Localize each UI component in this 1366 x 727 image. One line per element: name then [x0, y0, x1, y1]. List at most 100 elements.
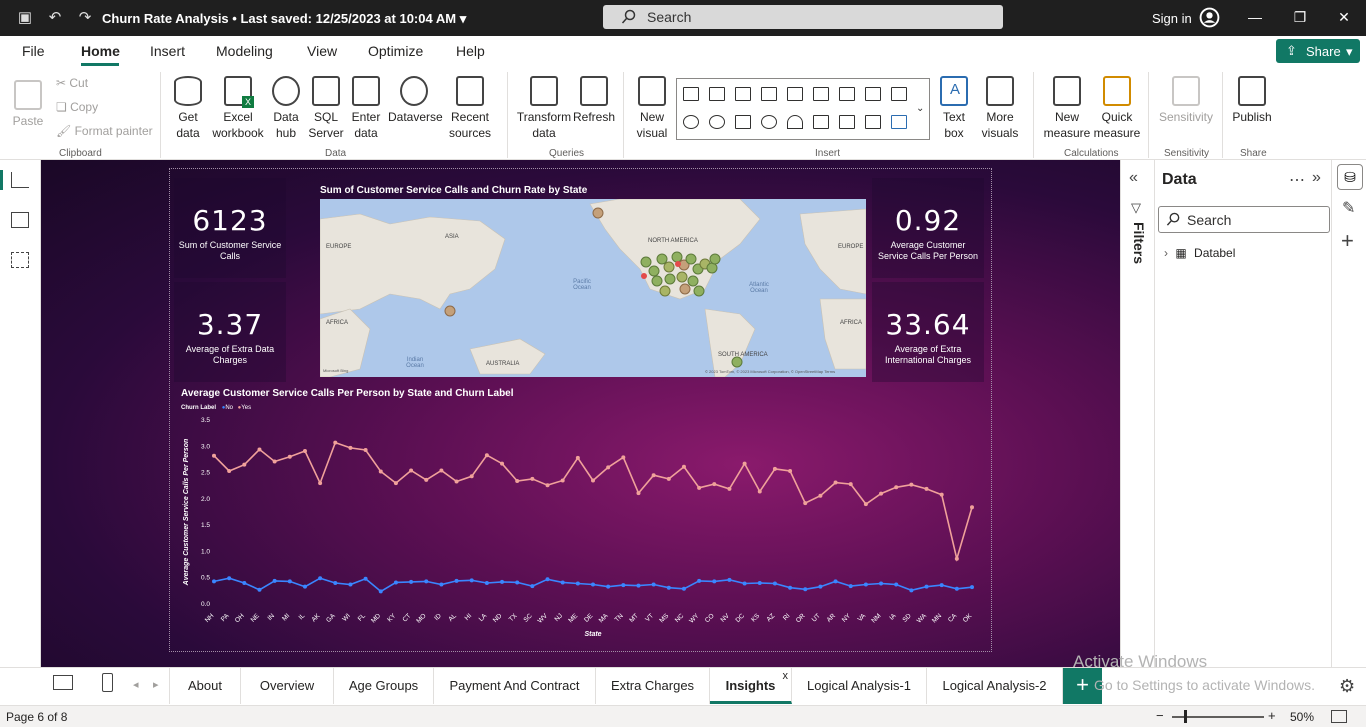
chevron-right-icon[interactable]: ▸ — [153, 678, 159, 691]
tab-payment-contract[interactable]: Payment And Contract — [434, 668, 596, 704]
zoom-slider[interactable] — [1172, 710, 1264, 723]
add-pane-icon[interactable]: + — [1341, 228, 1354, 254]
clustered-column-icon[interactable] — [761, 87, 777, 101]
quick-measure-button[interactable]: Quick measure — [1092, 76, 1142, 141]
menu-insert[interactable]: Insert — [150, 43, 185, 59]
area-chart-icon[interactable] — [865, 87, 881, 101]
close-icon[interactable]: ✕ — [1336, 9, 1352, 25]
pie-chart-icon[interactable] — [683, 115, 699, 129]
line-chart-icon[interactable] — [839, 87, 855, 101]
search-box[interactable]: Search — [603, 5, 1003, 29]
tab-logical-analysis-1[interactable]: Logical Analysis-1 — [792, 668, 927, 704]
transform-data-button[interactable]: Transform data — [515, 76, 573, 141]
percent-bar-icon[interactable] — [787, 87, 803, 101]
table-view-icon[interactable] — [11, 212, 29, 228]
expand-icon[interactable]: » — [1312, 169, 1321, 187]
sign-in-link[interactable]: Sign in — [1152, 11, 1192, 26]
menu-home[interactable]: Home — [81, 43, 120, 59]
tab-overview[interactable]: Overview — [241, 668, 334, 704]
desktop-layout-icon[interactable] — [53, 675, 73, 690]
restore-icon[interactable]: ❐ — [1292, 9, 1308, 25]
map-icon[interactable] — [761, 115, 777, 129]
kpi-card-international[interactable]: 33.64 Average of Extra International Cha… — [872, 282, 984, 382]
gauge-icon[interactable] — [787, 115, 803, 129]
zoom-out-icon[interactable]: − — [1156, 708, 1164, 723]
get-data-button[interactable]: Get data — [170, 76, 206, 141]
treemap-icon[interactable] — [735, 115, 751, 129]
search-icon — [621, 9, 636, 24]
kpi-card-calls-per-person[interactable]: 0.92 Average Customer Service Calls Per … — [872, 178, 984, 278]
card-icon[interactable] — [813, 115, 829, 129]
data-hub-button[interactable]: Data hub — [268, 76, 304, 141]
stacked-column-icon[interactable] — [709, 87, 725, 101]
share-button[interactable]: ⇪ Share ▾ — [1276, 39, 1360, 63]
publish-button[interactable]: Publish — [1230, 76, 1274, 125]
text-box-button[interactable]: A Text box — [936, 76, 972, 141]
recent-sources-button[interactable]: Recent sources — [442, 76, 498, 141]
format-painter-button[interactable]: 🖌 Format painter — [56, 124, 153, 138]
table-tree-item[interactable]: › ▦ Databel — [1164, 246, 1235, 260]
mobile-layout-icon[interactable] — [102, 673, 113, 692]
kpi-label: Sum of Customer Service Calls — [178, 240, 282, 261]
excel-workbook-button[interactable]: X Excel workbook — [210, 76, 266, 141]
stacked-bar-icon[interactable] — [683, 87, 699, 101]
menu-file[interactable]: File — [22, 43, 45, 59]
tab-insights[interactable]: Insights x — [710, 668, 792, 704]
data-search-input[interactable]: Search — [1158, 206, 1330, 233]
chevron-left-icon[interactable]: ◂ — [133, 678, 139, 691]
matrix-icon[interactable] — [891, 115, 907, 129]
table-visual-icon[interactable] — [865, 115, 881, 129]
close-tab-icon[interactable]: x — [783, 658, 789, 694]
collapse-icon[interactable]: « — [1129, 169, 1138, 187]
tab-logical-analysis-2[interactable]: Logical Analysis-2 — [927, 668, 1063, 704]
visualization-gallery[interactable]: ⌄ — [676, 78, 930, 140]
new-visual-button[interactable]: New visual — [632, 76, 672, 141]
settings-gear-icon[interactable]: ⚙ — [1339, 676, 1355, 697]
map-visual[interactable]: EUROPE ASIA NORTH AMERICA EUROPE AFRICA … — [320, 199, 866, 377]
enter-data-button[interactable]: Enter data — [348, 76, 384, 141]
more-visuals-button[interactable]: More visuals — [976, 76, 1024, 141]
tab-about[interactable]: About — [169, 668, 241, 704]
menu-help[interactable]: Help — [456, 43, 485, 59]
x-tick-label: NH — [204, 612, 216, 624]
clustered-bar-icon[interactable] — [735, 87, 751, 101]
redo-icon[interactable]: ↷ — [77, 10, 93, 26]
model-view-icon[interactable] — [11, 252, 29, 268]
menu-modeling[interactable]: Modeling — [216, 43, 273, 59]
more-options-icon[interactable]: ⋯ — [1289, 170, 1305, 190]
cut-button[interactable]: ✂ Cut — [56, 76, 88, 90]
user-avatar-icon[interactable] — [1199, 7, 1220, 28]
save-icon[interactable]: ▣ — [17, 10, 33, 26]
minimize-icon[interactable]: — — [1247, 9, 1263, 25]
refresh-button[interactable]: Refresh — [573, 76, 615, 125]
document-title[interactable]: Churn Rate Analysis • Last saved: 12/25/… — [102, 11, 466, 27]
percent-column-icon[interactable] — [813, 87, 829, 101]
undo-icon[interactable]: ↶ — [47, 10, 63, 26]
stacked-area-icon[interactable] — [891, 87, 907, 101]
menu-view[interactable]: View — [307, 43, 337, 59]
dataverse-button[interactable]: Dataverse — [388, 76, 443, 125]
donut-chart-icon[interactable] — [709, 115, 725, 129]
format-pane-icon[interactable]: ✎ — [1342, 198, 1355, 218]
report-view-icon[interactable] — [11, 172, 29, 188]
sensitivity-button[interactable]: Sensitivity — [1156, 76, 1216, 125]
data-pane-icon[interactable]: ⛁ — [1337, 164, 1363, 190]
copy-button[interactable]: ❏ Copy — [56, 100, 98, 114]
kpi-card-extra-data[interactable]: 3.37 Average of Extra Data Charges — [174, 282, 286, 382]
zoom-slider-thumb[interactable] — [1184, 710, 1187, 723]
report-canvas[interactable]: 6123 Sum of Customer Service Calls 3.37 … — [41, 160, 1120, 667]
sql-server-button[interactable]: SQL Server — [308, 76, 344, 141]
paste-button[interactable]: Paste — [12, 80, 44, 129]
multirow-card-icon[interactable] — [839, 115, 855, 129]
tab-age-groups[interactable]: Age Groups — [334, 668, 434, 704]
chevron-down-icon[interactable]: ⌄ — [916, 103, 924, 114]
fit-page-icon[interactable] — [1331, 710, 1347, 723]
kpi-card-service-calls[interactable]: 6123 Sum of Customer Service Calls — [174, 178, 286, 278]
zoom-in-icon[interactable]: + — [1268, 708, 1276, 723]
line-chart-visual[interactable]: 0.0 0.5 1.0 1.5 2.0 2.5 3.0 3.5 NH PA OH NE IN MI IL AK… — [176, 388, 980, 640]
tab-extra-charges[interactable]: Extra Charges — [596, 668, 710, 704]
menu-optimize[interactable]: Optimize — [368, 43, 423, 59]
new-measure-button[interactable]: New measure — [1042, 76, 1092, 141]
filters-pane[interactable]: « ▽ Filters — [1120, 160, 1154, 667]
data-point-yes — [272, 459, 277, 464]
